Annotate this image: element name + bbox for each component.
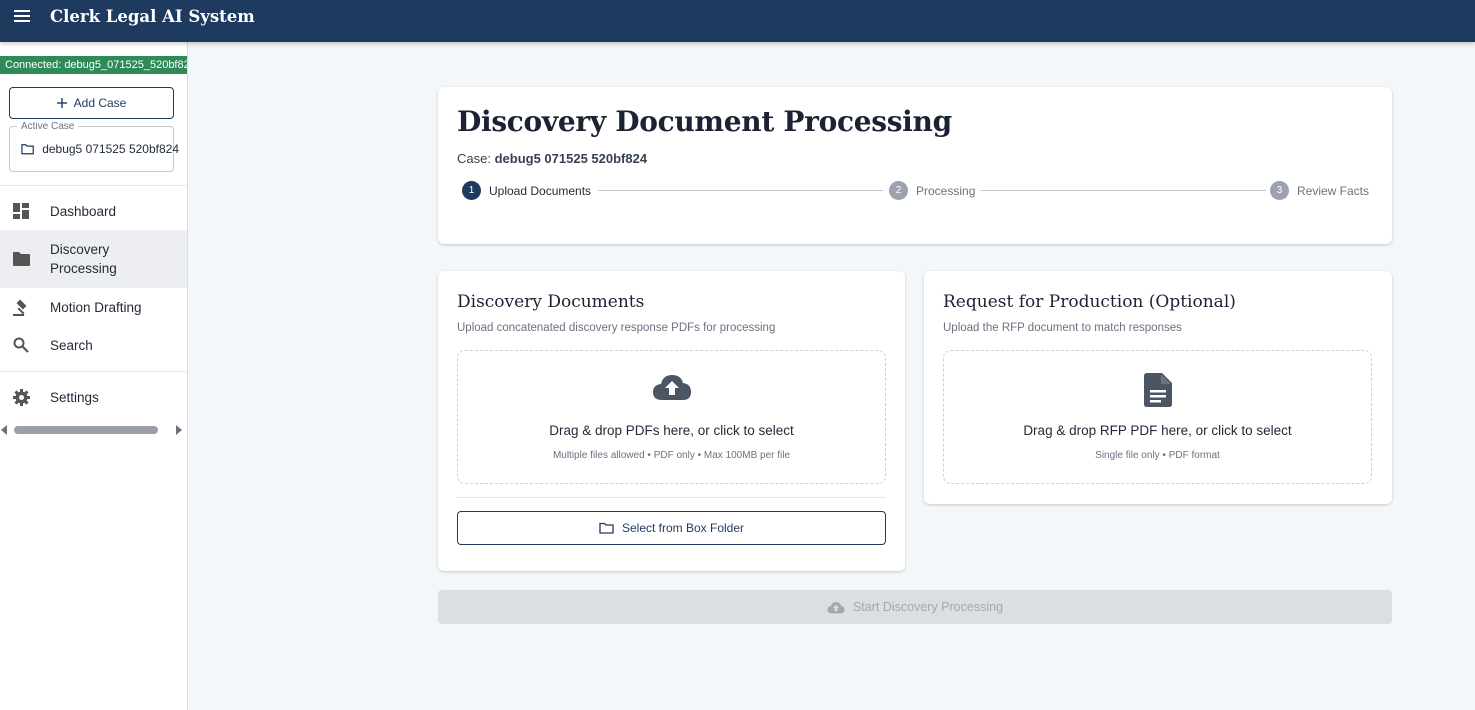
- sidebar-item-label: Settings: [50, 389, 99, 405]
- sidebar-item-label: Search: [50, 337, 93, 353]
- step-number: 3: [1270, 181, 1289, 200]
- discovery-card-subtitle: Upload concatenated discovery response P…: [457, 322, 776, 334]
- connection-status-badge: Connected: debug5_071525_520bf824: [0, 56, 187, 74]
- discovery-documents-card: Discovery Documents Upload concatenated …: [438, 271, 905, 571]
- dashboard-icon: [0, 203, 50, 219]
- sidebar-divider: [0, 371, 187, 372]
- case-name: debug5 071525 520bf824: [494, 151, 648, 166]
- case-line: Case: debug5 071525 520bf824: [457, 151, 647, 166]
- card-divider: [457, 497, 886, 498]
- gear-icon: [0, 388, 50, 406]
- discovery-dropzone-hint: Multiple files allowed • PDF only • Max …: [552, 450, 791, 461]
- sidebar-item-label: Discovery Processing: [50, 242, 117, 276]
- sidebar-item-settings[interactable]: Settings: [0, 378, 187, 416]
- folder-outline-icon: [599, 522, 614, 534]
- sidebar-item-label: Motion Drafting: [50, 299, 142, 315]
- sidebar-item-motion-drafting[interactable]: Motion Drafting: [0, 288, 187, 326]
- header-card: Discovery Document Processing Case: debu…: [438, 87, 1392, 244]
- rfp-dropzone-text: Drag & drop RFP PDF here, or click to se…: [1023, 423, 1292, 438]
- step-label: Review Facts: [1297, 183, 1370, 198]
- rfp-dropzone[interactable]: Drag & drop RFP PDF here, or click to se…: [943, 350, 1372, 484]
- rfp-card-subtitle: Upload the RFP document to match respons…: [943, 322, 1182, 334]
- menu-button[interactable]: [0, 0, 44, 33]
- cloud-upload-icon: [827, 601, 845, 613]
- document-icon: [944, 373, 1371, 407]
- start-discovery-processing-button[interactable]: Start Discovery Processing: [438, 590, 1392, 624]
- discovery-dropzone-text: Drag & drop PDFs here, or click to selec…: [549, 423, 794, 438]
- sidebar-item-search[interactable]: Search: [0, 326, 187, 364]
- sidebar-horizontal-scrollbar[interactable]: [0, 423, 187, 437]
- step-processing: 2 Processing: [889, 181, 975, 200]
- rfp-card: Request for Production (Optional) Upload…: [924, 271, 1392, 504]
- sidebar-item-discovery-processing[interactable]: Discovery Processing: [0, 230, 187, 288]
- menu-icon: [14, 10, 30, 22]
- sidebar-item-dashboard[interactable]: Dashboard: [0, 192, 187, 230]
- gavel-icon: [0, 299, 50, 316]
- stepper: 1 Upload Documents 2 Processing 3 Review…: [462, 181, 1372, 201]
- rfp-dropzone-hint: Single file only • PDF format: [1095, 450, 1220, 461]
- app-title: Clerk Legal AI System: [50, 6, 255, 26]
- sidebar: Connected: debug5_071525_520bf824 Add Ca…: [0, 42, 188, 710]
- select-from-box-label: Select from Box Folder: [621, 521, 745, 535]
- start-processing-label: Start Discovery Processing: [852, 600, 1004, 614]
- step-number: 1: [462, 181, 481, 200]
- step-upload-documents: 1 Upload Documents: [462, 181, 591, 200]
- active-case-value: debug5 071525 520bf824: [42, 142, 179, 156]
- page-title: Discovery Document Processing: [457, 105, 952, 138]
- folder-outline-icon: [21, 144, 34, 155]
- discovery-card-title: Discovery Documents: [457, 292, 645, 312]
- scroll-right-icon[interactable]: [176, 425, 182, 435]
- case-prefix: Case:: [457, 151, 491, 166]
- cloud-upload-icon: [458, 373, 885, 401]
- folder-icon: [0, 252, 50, 266]
- step-number: 2: [889, 181, 908, 200]
- scrollbar-thumb[interactable]: [14, 426, 158, 434]
- active-case-legend: Active Case: [17, 121, 79, 132]
- select-from-box-button[interactable]: Select from Box Folder: [457, 511, 886, 545]
- search-icon: [0, 337, 50, 353]
- app-bar: Clerk Legal AI System: [0, 0, 1475, 42]
- plus-icon: [56, 98, 67, 108]
- discovery-dropzone[interactable]: Drag & drop PDFs here, or click to selec…: [457, 350, 886, 484]
- add-case-button[interactable]: Add Case: [9, 87, 174, 119]
- scroll-left-icon[interactable]: [1, 425, 7, 435]
- sidebar-divider: [0, 185, 187, 186]
- step-connector: [980, 190, 1266, 191]
- step-review-facts: 3 Review Facts: [1270, 181, 1369, 200]
- rfp-card-title: Request for Production (Optional): [943, 292, 1236, 312]
- step-connector: [598, 190, 883, 191]
- step-label: Upload Documents: [489, 183, 592, 198]
- add-case-label: Add Case: [73, 96, 127, 110]
- active-case-select[interactable]: Active Case debug5 071525 520bf824: [9, 121, 179, 172]
- sidebar-item-label: Dashboard: [50, 203, 117, 219]
- step-label: Processing: [916, 183, 976, 198]
